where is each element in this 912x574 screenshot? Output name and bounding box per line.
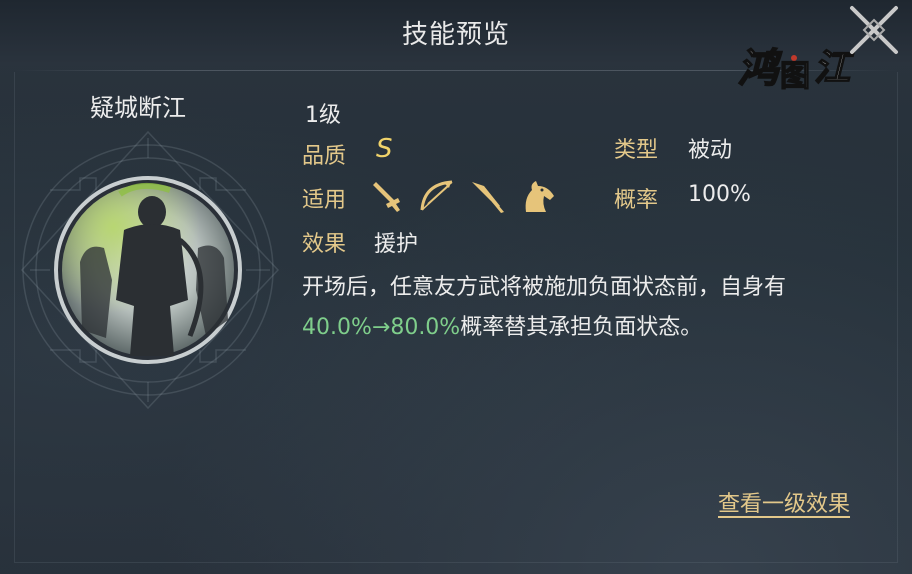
bow-icon <box>418 178 456 214</box>
skill-name: 疑城断江 <box>90 94 186 122</box>
view-level1-effect-link[interactable]: 查看一级效果 <box>718 486 850 518</box>
close-button[interactable] <box>846 2 902 58</box>
effect-label: 效果 <box>302 232 347 257</box>
sword-icon <box>370 178 408 214</box>
skill-level: 1级 <box>305 103 341 128</box>
spear-icon <box>468 178 506 214</box>
skill-portrait <box>20 130 280 410</box>
close-icon <box>850 6 898 54</box>
description-line-1: 开场后，任意友方武将被施加负面状态前，自身有 <box>302 275 787 300</box>
quality-label: 品质 <box>302 144 347 169</box>
svg-text:图: 图 <box>780 59 810 94</box>
svg-text:鸿: 鸿 <box>738 45 783 92</box>
rate-label: 概率 <box>614 188 659 213</box>
effect-value: 援护 <box>374 232 419 257</box>
description-line-2: 40.0%→80.0%概率替其承担负面状态。 <box>302 308 882 348</box>
game-logo: 鸿 图 江 <box>736 30 856 100</box>
description-line-2-rest: 概率替其承担负面状态。 <box>460 315 703 340</box>
type-label: 类型 <box>614 138 659 163</box>
horse-icon <box>518 178 556 214</box>
rate-value: 100% <box>688 182 751 207</box>
probability-highlight: 40.0%→80.0% <box>302 315 461 340</box>
skill-description: 开场后，任意友方武将被施加负面状态前，自身有 40.0%→80.0%概率替其承担… <box>302 268 882 348</box>
applicable-label: 适用 <box>302 188 347 213</box>
quality-value: S <box>376 134 393 164</box>
type-value: 被动 <box>688 138 733 163</box>
